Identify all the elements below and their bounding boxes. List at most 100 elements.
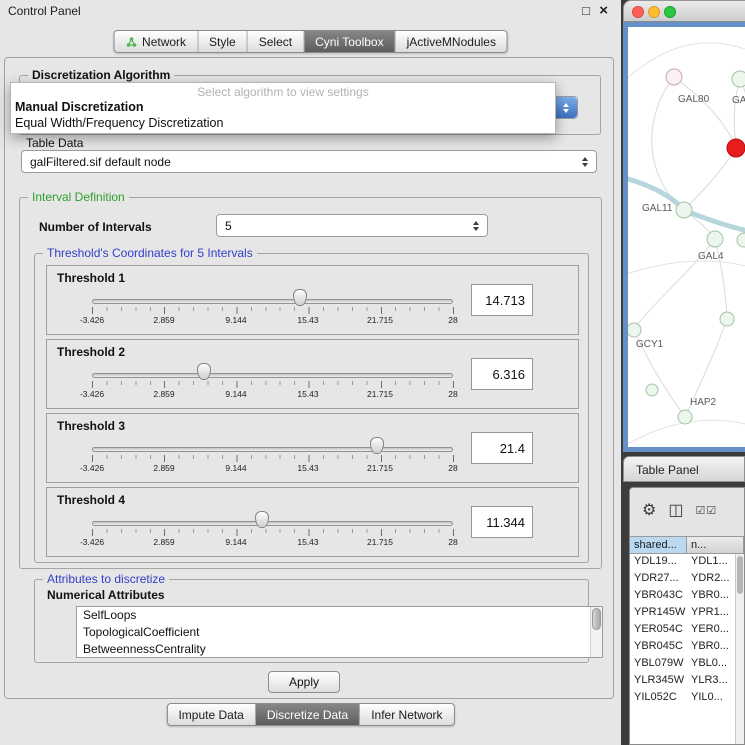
scale-label: -3.426 bbox=[80, 389, 104, 399]
zoom-traffic-light[interactable] bbox=[664, 6, 676, 18]
close-icon[interactable]: × bbox=[599, 2, 608, 20]
table-cell[interactable]: YBR045C bbox=[630, 639, 687, 656]
scale-label: 21.715 bbox=[367, 389, 393, 399]
network-node[interactable] bbox=[727, 139, 745, 157]
list-item[interactable]: SelfLoops bbox=[77, 607, 602, 624]
group-title: Interval Definition bbox=[28, 190, 129, 204]
apply-button[interactable]: Apply bbox=[268, 671, 340, 693]
table-cell[interactable]: YDL19... bbox=[630, 554, 687, 571]
table-cell[interactable]: YBL079W bbox=[630, 656, 687, 673]
threshold-label: Threshold 2 bbox=[57, 345, 125, 359]
tab-select[interactable]: Select bbox=[247, 31, 303, 52]
dropdown-option-manual-discretization[interactable]: Manual Discretization bbox=[15, 100, 144, 114]
tab-cyni-toolbox[interactable]: Cyni Toolbox bbox=[303, 31, 394, 52]
table-row[interactable]: YBR043CYBR0... bbox=[630, 588, 744, 605]
table-cell[interactable]: YLR345W bbox=[630, 673, 687, 690]
network-node[interactable] bbox=[676, 202, 692, 218]
network-node-label: GA bbox=[732, 95, 745, 106]
slider-track[interactable] bbox=[92, 521, 453, 526]
network-node[interactable] bbox=[678, 410, 692, 424]
table-row[interactable]: YDL19...YDL1... bbox=[630, 554, 744, 571]
network-node[interactable] bbox=[737, 233, 745, 247]
tab-infer-network[interactable]: Infer Network bbox=[359, 704, 453, 725]
table-row[interactable]: YPR145WYPR1... bbox=[630, 605, 744, 622]
dropdown-option-equal-width-frequency[interactable]: Equal Width/Frequency Discretization bbox=[15, 116, 223, 130]
list-item[interactable]: BetweennessCentrality bbox=[77, 641, 602, 658]
checkbox-icon[interactable]: ☑ bbox=[706, 503, 716, 519]
down-arrow-icon bbox=[563, 109, 569, 113]
combobox-arrows-icon[interactable] bbox=[469, 221, 483, 231]
network-node[interactable] bbox=[720, 312, 734, 326]
network-edge bbox=[684, 148, 736, 210]
table-row[interactable]: YDR27...YDR2... bbox=[630, 571, 744, 588]
table-toolbar: ⚙ ◫ ☑ ☑ bbox=[630, 488, 744, 534]
tab-discretize-data[interactable]: Discretize Data bbox=[255, 704, 359, 725]
network-node-label: GAL80 bbox=[678, 94, 710, 105]
scrollbar-thumb[interactable] bbox=[737, 556, 743, 594]
threshold-label: Threshold 3 bbox=[57, 419, 125, 433]
up-arrow-icon bbox=[473, 221, 479, 225]
table-row[interactable]: YIL052CYIL0... bbox=[630, 690, 744, 707]
tab-label: Style bbox=[209, 35, 236, 49]
tab-style[interactable]: Style bbox=[197, 31, 247, 52]
table-data-label: Table Data bbox=[26, 136, 83, 150]
network-node[interactable] bbox=[628, 323, 641, 337]
numerical-attributes-label: Numerical Attributes bbox=[47, 588, 165, 602]
number-of-intervals-combobox[interactable]: 5 bbox=[216, 214, 488, 237]
table-row[interactable]: YLR345WYLR3... bbox=[630, 673, 744, 690]
gear-icon[interactable]: ⚙ bbox=[642, 503, 656, 519]
scale-label: 9.144 bbox=[225, 463, 246, 473]
list-item[interactable]: TopologicalCoefficient bbox=[77, 624, 602, 641]
table-cell[interactable]: YDR27... bbox=[630, 571, 687, 588]
network-node[interactable] bbox=[666, 69, 682, 85]
tab-label: Network bbox=[142, 35, 186, 49]
column-layout-icon[interactable]: ◫ bbox=[668, 503, 683, 519]
scale-label: 28 bbox=[448, 389, 457, 399]
threshold-value-field[interactable]: 21.4 bbox=[471, 432, 533, 464]
slider-track[interactable] bbox=[92, 299, 453, 304]
threshold-value-field[interactable]: 14.713 bbox=[471, 284, 533, 316]
table-data-combobox[interactable]: galFiltered.sif default node bbox=[21, 150, 597, 173]
dropdown-placeholder: Select algorithm to view settings bbox=[11, 85, 555, 99]
table-cell[interactable]: YPR145W bbox=[630, 605, 687, 622]
network-window-titlebar[interactable] bbox=[623, 0, 745, 22]
scale-label: 15.43 bbox=[297, 389, 318, 399]
combobox-arrows-icon[interactable] bbox=[555, 97, 577, 118]
list-scrollbar[interactable] bbox=[590, 607, 602, 657]
combobox-arrows-icon[interactable] bbox=[578, 157, 592, 167]
network-node[interactable] bbox=[646, 384, 658, 396]
table-cell[interactable]: YBR043C bbox=[630, 588, 687, 605]
network-graph[interactable]: GAL80GAGAL11GAL4GCY1HAP2H bbox=[628, 27, 745, 447]
close-traffic-light[interactable] bbox=[632, 6, 644, 18]
threshold-1-panel: Threshold 1 -3.426 2.859 9.144 15.43 21.… bbox=[46, 265, 579, 335]
float-window-icon[interactable]: □ bbox=[582, 2, 590, 20]
down-arrow-icon bbox=[473, 227, 479, 231]
tab-network[interactable]: Network bbox=[114, 31, 197, 52]
table-browser-window: ⚙ ◫ ☑ ☑ shared... n... YDL19...YDL1...YD… bbox=[629, 487, 745, 745]
slider-track[interactable] bbox=[92, 373, 453, 378]
network-node[interactable] bbox=[732, 71, 745, 87]
table-panel-header[interactable]: Table Panel bbox=[623, 456, 745, 482]
cyni-mode-tabs: Impute Data Discretize Data Infer Networ… bbox=[166, 703, 454, 726]
table-scrollbar[interactable] bbox=[735, 554, 744, 744]
table-cell[interactable]: YER054C bbox=[630, 622, 687, 639]
table-row[interactable]: YBR045CYBR0... bbox=[630, 639, 744, 656]
scrollbar-thumb[interactable] bbox=[592, 608, 601, 630]
checkbox-icon[interactable]: ☑ bbox=[695, 503, 705, 519]
attributes-list[interactable]: SelfLoops TopologicalCoefficient Between… bbox=[76, 606, 603, 658]
slider-track[interactable] bbox=[92, 447, 453, 452]
tab-impute-data[interactable]: Impute Data bbox=[167, 704, 254, 725]
threshold-value-field[interactable]: 6.316 bbox=[471, 358, 533, 390]
network-node-label: GAL11 bbox=[642, 203, 673, 214]
table-row[interactable]: YER054CYER0... bbox=[630, 622, 744, 639]
network-node[interactable] bbox=[707, 231, 723, 247]
table-row[interactable]: YBL079WYBL0... bbox=[630, 656, 744, 673]
network-canvas[interactable]: GAL80GAGAL11GAL4GCY1HAP2H bbox=[628, 27, 745, 447]
table-cell[interactable]: YIL052C bbox=[630, 690, 687, 707]
tab-jactivemnodules[interactable]: jActiveMNodules bbox=[395, 31, 507, 52]
column-header-name[interactable]: n... bbox=[687, 536, 744, 554]
threshold-value-field[interactable]: 11.344 bbox=[471, 506, 533, 538]
minimize-traffic-light[interactable] bbox=[648, 6, 660, 18]
threshold-2-panel: Threshold 2 -3.426 2.859 9.144 15.43 21.… bbox=[46, 339, 579, 409]
column-header-shared-name[interactable]: shared... bbox=[630, 536, 687, 554]
